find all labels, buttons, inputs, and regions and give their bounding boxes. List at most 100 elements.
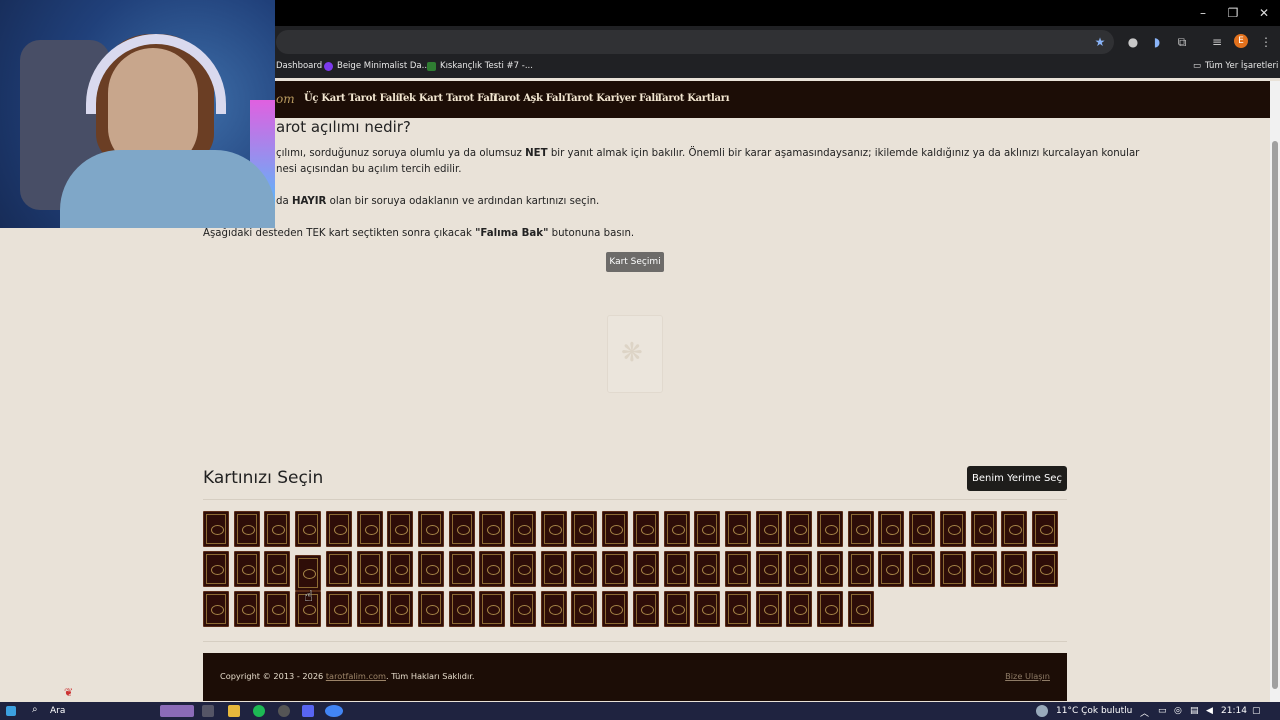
weather-text[interactable]: 11°C Çok bulutlu <box>1056 706 1132 716</box>
tarot-card[interactable] <box>663 591 690 627</box>
tarot-card[interactable] <box>571 591 598 627</box>
tarot-card[interactable] <box>295 555 322 591</box>
profile-avatar[interactable]: E <box>1234 34 1248 48</box>
scrollbar-thumb[interactable] <box>1272 141 1278 689</box>
volume-icon[interactable]: ◀ <box>1206 706 1213 716</box>
tarot-card[interactable] <box>847 511 874 547</box>
tarot-card[interactable] <box>817 591 843 627</box>
tarot-card[interactable] <box>233 551 260 587</box>
chrome-icon[interactable] <box>325 705 343 717</box>
file-explorer-icon[interactable] <box>228 705 240 717</box>
tarot-card[interactable] <box>203 551 229 587</box>
tarot-card[interactable] <box>939 551 966 587</box>
contact-link[interactable]: Bize Ulaşın <box>1005 671 1050 681</box>
tarot-card[interactable] <box>540 551 567 587</box>
tarot-card[interactable] <box>448 551 475 587</box>
address-bar[interactable] <box>276 30 1114 54</box>
extensions-puzzle-icon[interactable]: ⧉ <box>1174 34 1190 50</box>
task-view-icon[interactable] <box>202 705 214 717</box>
page-scrollbar[interactable] <box>1270 81 1280 702</box>
restore-button[interactable]: ❐ <box>1218 4 1248 22</box>
clock-time[interactable]: 21:14 <box>1221 706 1247 716</box>
nav-kariyer-fali[interactable]: Tarot Kariyer Falı <box>565 93 659 104</box>
tarot-card[interactable] <box>479 591 506 627</box>
tarot-card[interactable] <box>970 551 997 587</box>
tarot-card[interactable] <box>724 591 751 627</box>
tarot-card[interactable] <box>724 511 751 547</box>
spotify-icon[interactable] <box>253 705 265 717</box>
tarot-card[interactable] <box>786 551 813 587</box>
tarot-card[interactable] <box>1001 511 1028 547</box>
close-button[interactable]: ✕ <box>1249 4 1279 22</box>
tarot-card[interactable] <box>602 551 629 587</box>
tarot-card[interactable] <box>878 551 905 587</box>
bookmark-kiskanclik-testi[interactable]: Kıskançlık Testi #7 -... <box>427 61 533 71</box>
tarot-card[interactable] <box>387 511 414 547</box>
tarot-card[interactable] <box>417 551 444 587</box>
tarot-card[interactable] <box>479 511 506 547</box>
tarot-card[interactable] <box>510 551 536 587</box>
tarot-card[interactable] <box>1031 511 1058 547</box>
tarot-card[interactable] <box>1001 551 1028 587</box>
tarot-card[interactable] <box>602 511 629 547</box>
tarot-card[interactable] <box>909 551 936 587</box>
minimize-button[interactable]: – <box>1188 4 1218 22</box>
discord-icon[interactable] <box>302 705 314 717</box>
all-bookmarks-folder[interactable]: ▭ Tüm Yer İşaretleri <box>1193 61 1278 71</box>
bookmark-dashboard[interactable]: Dashboard <box>276 61 322 71</box>
tarot-card[interactable] <box>387 591 414 627</box>
tarot-card[interactable] <box>510 591 536 627</box>
tarot-card[interactable] <box>939 511 966 547</box>
nav-ask-fali[interactable]: Tarot Aşk Falı <box>492 93 566 104</box>
start-windows-icon[interactable] <box>6 706 16 716</box>
tarot-card[interactable] <box>694 511 721 547</box>
tarot-card[interactable] <box>817 511 843 547</box>
extension-icon[interactable]: ● <box>1125 34 1141 50</box>
tarot-card[interactable] <box>571 511 598 547</box>
tarot-card[interactable] <box>203 591 229 627</box>
tarot-card[interactable] <box>878 511 905 547</box>
tarot-card[interactable] <box>387 551 414 587</box>
tarot-card[interactable] <box>663 511 690 547</box>
tarot-card[interactable] <box>632 591 659 627</box>
kart-secimi-button[interactable]: Kart Seçimi <box>606 252 664 272</box>
tarot-card[interactable] <box>540 591 567 627</box>
tarot-card[interactable] <box>786 591 813 627</box>
notification-icon[interactable]: ▢ <box>1252 706 1261 716</box>
tarot-card[interactable] <box>632 511 659 547</box>
tarot-card[interactable] <box>264 511 291 547</box>
site-logo[interactable]: om <box>276 92 295 106</box>
nav-tek-kart[interactable]: Tek Kart Tarot Falı <box>397 93 497 104</box>
media-controls-icon[interactable]: ≡ <box>1209 34 1225 50</box>
search-icon[interactable]: ⌕ <box>32 704 44 716</box>
tarot-card[interactable] <box>909 511 936 547</box>
tray-icon[interactable]: ◎ <box>1174 706 1182 716</box>
tray-icon[interactable]: ▭ <box>1158 706 1167 716</box>
tarot-card[interactable] <box>571 551 598 587</box>
tarot-card[interactable] <box>724 551 751 587</box>
tarot-card[interactable] <box>1031 551 1058 587</box>
tarot-card[interactable] <box>356 551 383 587</box>
tarot-card[interactable] <box>356 591 383 627</box>
tarot-card[interactable] <box>233 511 260 547</box>
tarot-card[interactable] <box>540 511 567 547</box>
tray-chevron-icon[interactable]: ︿ <box>1140 706 1149 719</box>
tarot-card[interactable] <box>755 551 782 587</box>
tarot-card[interactable] <box>295 511 322 547</box>
tarot-card[interactable] <box>847 551 874 587</box>
choose-for-me-button[interactable]: Benim Yerime Seç <box>967 466 1067 491</box>
tarot-card[interactable] <box>233 591 260 627</box>
tarot-card[interactable] <box>602 591 629 627</box>
bookmark-star-icon[interactable]: ★ <box>1092 34 1108 50</box>
tarot-card[interactable] <box>356 511 383 547</box>
tarot-card[interactable] <box>970 511 997 547</box>
tarot-card[interactable] <box>755 591 782 627</box>
tarot-card[interactable] <box>847 591 874 627</box>
tarot-card[interactable] <box>325 511 352 547</box>
site-link[interactable]: tarotfalim.com <box>326 671 386 681</box>
tarot-card[interactable] <box>817 551 843 587</box>
tarot-card[interactable] <box>325 591 352 627</box>
tarot-card[interactable] <box>663 551 690 587</box>
nav-uc-kart[interactable]: Üç Kart Tarot Falı <box>304 93 399 104</box>
tarot-card[interactable] <box>510 511 536 547</box>
